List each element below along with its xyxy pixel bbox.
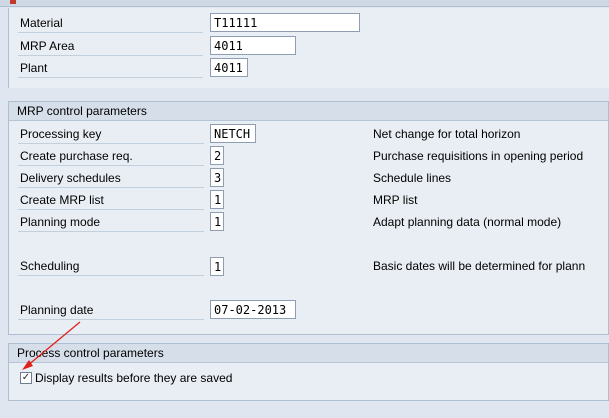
mrp-control-title: MRP control parameters — [9, 102, 608, 121]
material-input[interactable] — [210, 13, 360, 32]
checkmark-icon: ✓ — [21, 372, 31, 383]
material-label: Material — [18, 13, 203, 33]
create-mrp-list-input[interactable] — [210, 190, 224, 209]
processing-key-label: Processing key — [18, 124, 204, 144]
processing-key-input[interactable] — [210, 124, 256, 143]
delivery-schedules-desc: Schedule lines — [373, 171, 452, 185]
top-frame-edge — [0, 0, 609, 7]
scheduling-label: Scheduling — [18, 256, 204, 276]
bottom-area — [0, 402, 609, 418]
display-results-checkbox[interactable]: ✓ — [20, 372, 32, 384]
mrp-area-input[interactable] — [210, 36, 296, 55]
planning-mode-input[interactable] — [210, 212, 224, 231]
create-mrp-list-desc: MRP list — [373, 193, 418, 207]
delivery-schedules-label: Delivery schedules — [18, 168, 204, 188]
plant-label: Plant — [18, 58, 203, 78]
planning-mode-desc: Adapt planning data (normal mode) — [373, 215, 562, 229]
display-results-label: Display results before they are saved — [35, 371, 233, 385]
planning-mode-label: Planning mode — [18, 212, 204, 232]
mrp-area-label: MRP Area — [18, 36, 203, 56]
planning-date-input[interactable] — [210, 300, 296, 319]
create-purchase-req-input[interactable] — [210, 146, 224, 165]
delivery-schedules-input[interactable] — [210, 168, 224, 187]
plant-input[interactable] — [210, 58, 248, 77]
status-marker — [10, 0, 16, 4]
scheduling-input[interactable] — [210, 257, 224, 276]
processing-key-desc: Net change for total horizon — [373, 127, 521, 141]
planning-date-label: Planning date — [18, 300, 204, 320]
create-purchase-req-label: Create purchase req. — [18, 146, 204, 166]
create-purchase-req-desc: Purchase requisitions in opening period — [373, 149, 584, 163]
process-control-title: Process control parameters — [9, 344, 608, 363]
scheduling-desc: Basic dates will be determined for plann — [373, 259, 586, 273]
create-mrp-list-label: Create MRP list — [18, 190, 204, 210]
